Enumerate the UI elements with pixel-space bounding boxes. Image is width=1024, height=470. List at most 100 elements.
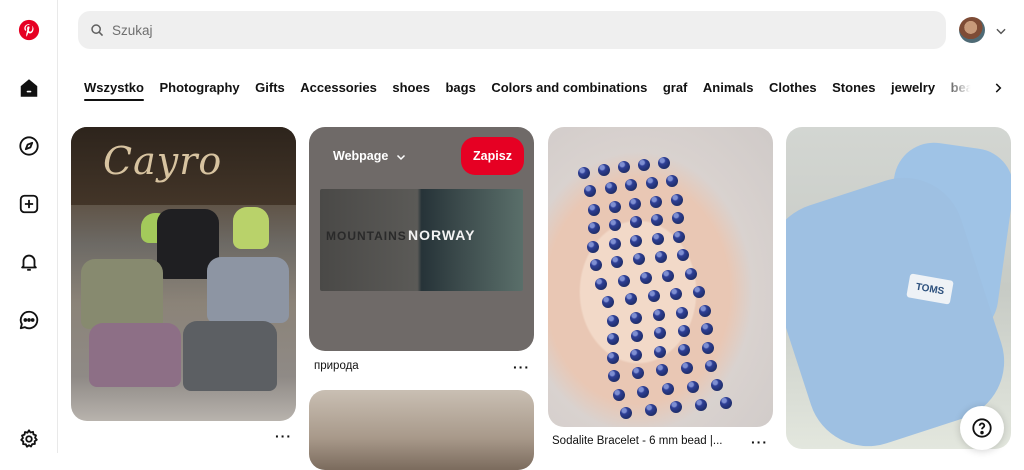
- search-icon: [91, 24, 104, 37]
- chevron-right-icon: [995, 83, 1002, 93]
- pin-bracelet-title[interactable]: Sodalite Bracelet - 6 mm bead |...: [552, 435, 722, 447]
- bead: [655, 251, 668, 264]
- chevron-down-icon[interactable]: [395, 151, 407, 163]
- bead: [608, 219, 621, 232]
- bead: [711, 378, 724, 391]
- bead: [624, 293, 637, 306]
- search-bar[interactable]: [78, 11, 946, 49]
- tab-jewelry[interactable]: jewelry: [891, 79, 935, 97]
- avatar[interactable]: [959, 17, 985, 43]
- bead: [652, 308, 665, 321]
- tabs-fade: [940, 76, 984, 102]
- bead: [612, 388, 625, 401]
- account-chevron-down-icon[interactable]: [994, 24, 1008, 38]
- bag-image: [81, 259, 163, 329]
- bead: [680, 362, 693, 375]
- bead: [587, 203, 600, 216]
- save-button[interactable]: Zapisz: [461, 137, 524, 175]
- tab-photography[interactable]: Photography: [159, 79, 239, 97]
- pin-webpage-preview-image: MOUNTAINS NORWAY: [320, 189, 523, 291]
- bead: [637, 385, 650, 398]
- home-icon[interactable]: [13, 72, 45, 104]
- bead: [632, 367, 645, 380]
- bag-image: [183, 321, 277, 391]
- bead: [669, 401, 682, 413]
- create-icon[interactable]: [13, 188, 45, 220]
- bead: [673, 230, 686, 243]
- bead: [630, 348, 643, 361]
- pin-bags-more-button[interactable]: ···: [275, 428, 292, 444]
- pinterest-logo-icon[interactable]: [13, 14, 45, 46]
- bead: [633, 253, 646, 266]
- bead: [607, 370, 620, 383]
- bead: [672, 212, 685, 225]
- tabs-next-button[interactable]: [984, 74, 1012, 102]
- bead: [584, 185, 597, 198]
- pin-bracelet-more-button[interactable]: ···: [751, 434, 768, 450]
- notifications-bell-icon[interactable]: [13, 246, 45, 278]
- bead: [670, 288, 683, 301]
- bead: [629, 311, 642, 324]
- pin-cat-peek[interactable]: [309, 390, 534, 470]
- pin-webpage-title[interactable]: природа: [314, 360, 359, 372]
- tab-animals[interactable]: Animals: [703, 79, 754, 97]
- bead: [650, 195, 663, 208]
- bead: [684, 267, 697, 280]
- help-question-icon: [972, 418, 992, 438]
- bead: [654, 327, 667, 340]
- bead: [617, 274, 630, 287]
- tab-wszystko[interactable]: Wszystko: [84, 79, 144, 101]
- bead: [608, 200, 621, 213]
- bead: [704, 360, 717, 373]
- category-tabs: Wszystko Photography Gifts Accessories shoes…: [84, 79, 980, 103]
- tab-stones[interactable]: Stones: [832, 79, 875, 97]
- pin-bracelet[interactable]: [548, 127, 773, 427]
- tab-bags[interactable]: bags: [445, 79, 475, 97]
- bead: [598, 164, 610, 176]
- tab-gifts[interactable]: Gifts: [255, 79, 285, 97]
- tab-accessories[interactable]: Accessories: [300, 79, 377, 97]
- bead: [675, 306, 688, 319]
- bead: [587, 222, 600, 235]
- bead: [606, 351, 619, 364]
- bead: [608, 237, 621, 250]
- tab-graf[interactable]: graf: [663, 79, 688, 97]
- bead: [658, 157, 670, 169]
- bead: [654, 345, 667, 358]
- tab-shoes[interactable]: shoes: [392, 79, 430, 97]
- bead: [647, 290, 660, 303]
- bead: [607, 333, 620, 346]
- tab-clothes[interactable]: Clothes: [769, 79, 817, 97]
- search-input[interactable]: [112, 22, 892, 38]
- bead: [578, 167, 590, 179]
- bead: [630, 234, 643, 247]
- bead: [639, 271, 652, 284]
- settings-gear-icon[interactable]: [13, 423, 45, 455]
- preview-left-text: MOUNTAINS: [326, 229, 407, 243]
- messages-icon[interactable]: [13, 304, 45, 336]
- bead: [611, 256, 624, 269]
- bead: [619, 407, 632, 419]
- bead: [662, 382, 674, 395]
- pin-source-label[interactable]: Webpage: [333, 149, 388, 163]
- pin-webpage-more-button[interactable]: ···: [513, 359, 530, 375]
- bead: [698, 304, 711, 317]
- explore-compass-icon[interactable]: [13, 130, 45, 162]
- pin-webpage[interactable]: Webpage Zapisz MOUNTAINS NORWAY: [309, 127, 534, 351]
- bead: [701, 323, 714, 336]
- bag-image: [233, 207, 269, 249]
- left-nav-rail: [0, 0, 58, 453]
- bead: [645, 177, 658, 190]
- help-button[interactable]: [960, 406, 1004, 450]
- bead: [677, 249, 690, 262]
- bag-image: [89, 323, 181, 387]
- bead: [618, 161, 630, 173]
- bead: [595, 277, 608, 290]
- pin-bags[interactable]: Cayro: [71, 127, 296, 421]
- bead: [670, 193, 683, 206]
- bead: [630, 330, 643, 343]
- bead: [651, 232, 664, 245]
- pin-bags-sign-text: Cayro: [103, 139, 223, 183]
- tab-colors-and-combinations[interactable]: Colors and combinations: [491, 79, 647, 97]
- pin-shoes[interactable]: TOMS: [786, 127, 1011, 449]
